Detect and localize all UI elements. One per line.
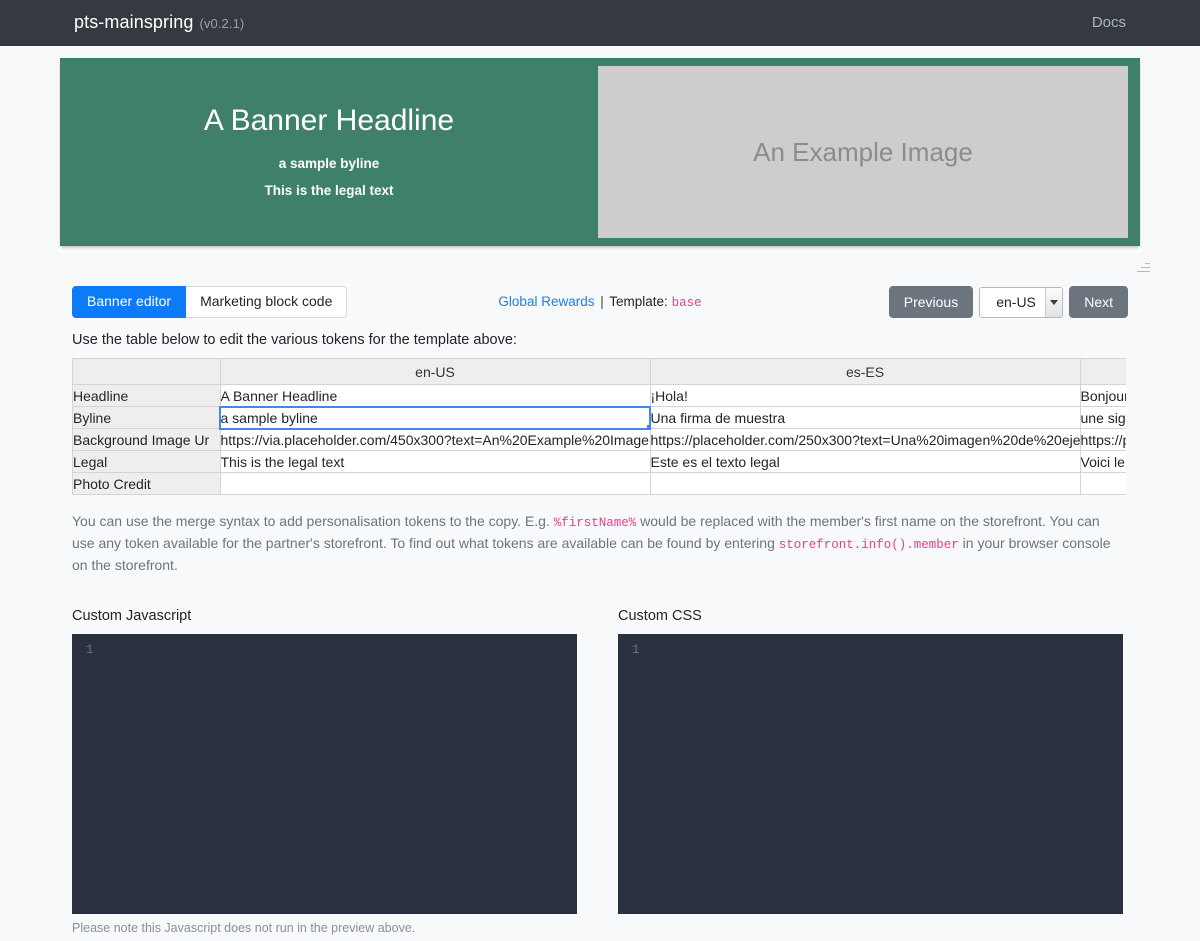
custom-css-editor[interactable]: 1 — [618, 634, 1123, 914]
banner-byline: a sample byline — [279, 156, 380, 171]
table-corner-cell — [73, 359, 220, 385]
preview-shadow — [62, 246, 1138, 252]
cell-legal-es-ES[interactable]: Este es el texto legal — [650, 451, 1080, 473]
partner-link[interactable]: Global Rewards — [498, 294, 594, 309]
line-number: 1 — [86, 643, 94, 657]
next-button[interactable]: Next — [1069, 286, 1128, 318]
cell-bgimage-en-US[interactable]: https://via.placeholder.com/450x300?text… — [220, 429, 650, 451]
merge-token-example: %firstName% — [554, 516, 637, 530]
banner-headline: A Banner Headline — [204, 104, 454, 139]
token-table: en-US es-ES fr-FR Headline A Banner Head… — [73, 358, 1126, 495]
banner-text-column: A Banner Headline a sample byline This i… — [60, 58, 598, 246]
merge-note-part1: You can use the merge syntax to add pers… — [72, 513, 554, 529]
custom-javascript-label: Custom Javascript — [72, 608, 577, 624]
info-separator: | — [600, 294, 604, 309]
cell-byline-fr-FR[interactable]: une signature d'exemple — [1080, 407, 1126, 429]
row-label-photo-credit: Photo Credit — [73, 473, 220, 495]
row-label-byline: Byline — [73, 407, 220, 429]
app-brand[interactable]: pts-mainspring (v0.2.1) — [74, 12, 244, 33]
row-label-headline: Headline — [73, 385, 220, 407]
table-row: Headline A Banner Headline ¡Hola! Bonjou… — [73, 385, 1126, 407]
previous-button[interactable]: Previous — [889, 286, 973, 318]
brand-version: (v0.2.1) — [199, 16, 244, 31]
editor-toolbar: Banner editor Marketing block code Globa… — [72, 286, 1128, 318]
row-label-background-image-url: Background Image Ur — [73, 429, 220, 451]
custom-javascript-section: Custom Javascript 1 Please note this Jav… — [72, 608, 577, 935]
locale-select[interactable]: en-US — [979, 287, 1063, 318]
banner-image-column: An Example Image — [598, 58, 1140, 246]
line-number: 1 — [632, 643, 640, 657]
column-header-en-US[interactable]: en-US — [220, 359, 650, 385]
row-label-legal: Legal — [73, 451, 220, 473]
storefront-info-code: storefront.info().member — [779, 538, 959, 552]
locale-navigation: Previous en-US Next — [889, 286, 1128, 318]
cell-bgimage-fr-FR[interactable]: https://placeholder.com/250x300?text=Une… — [1080, 429, 1126, 451]
banner-legal: This is the legal text — [264, 183, 393, 198]
cell-byline-en-US-text: a sample byline — [221, 410, 318, 426]
template-label: Template: — [609, 294, 668, 309]
javascript-preview-note: Please note this Javascript does not run… — [72, 921, 577, 935]
fill-handle[interactable] — [647, 425, 651, 429]
top-navbar: pts-mainspring (v0.2.1) Docs — [0, 0, 1200, 46]
code-editors-row: Custom Javascript 1 Please note this Jav… — [72, 608, 1128, 935]
custom-css-section: Custom CSS 1 — [618, 608, 1123, 935]
custom-css-label: Custom CSS — [618, 608, 1123, 624]
table-row: Photo Credit — [73, 473, 1126, 495]
cell-photocredit-en-US[interactable] — [220, 473, 650, 495]
brand-name: pts-mainspring — [74, 12, 193, 32]
cell-byline-es-ES[interactable]: Una firma de muestra — [650, 407, 1080, 429]
cell-photocredit-fr-FR[interactable] — [1080, 473, 1126, 495]
table-row: Byline a sample byline Una firma de mues… — [73, 407, 1126, 429]
cell-headline-en-US[interactable]: A Banner Headline — [220, 385, 650, 407]
resize-handle-icon[interactable] — [1134, 258, 1150, 274]
tab-marketing-block-code[interactable]: Marketing block code — [186, 286, 347, 318]
custom-javascript-editor[interactable]: 1 — [72, 634, 577, 914]
partner-template-info: Global Rewards | Template: base — [498, 294, 701, 310]
banner-preview: A Banner Headline a sample byline This i… — [60, 58, 1140, 246]
token-table-scroll[interactable]: en-US es-ES fr-FR Headline A Banner Head… — [72, 358, 1126, 495]
column-header-es-ES[interactable]: es-ES — [650, 359, 1080, 385]
docs-link[interactable]: Docs — [1092, 14, 1126, 31]
cell-headline-es-ES[interactable]: ¡Hola! — [650, 385, 1080, 407]
cell-headline-fr-FR[interactable]: Bonjour! — [1080, 385, 1126, 407]
column-header-fr-FR[interactable]: fr-FR — [1080, 359, 1126, 385]
token-table-header-row: en-US es-ES fr-FR — [73, 359, 1126, 385]
cell-photocredit-es-ES[interactable] — [650, 473, 1080, 495]
tab-banner-editor[interactable]: Banner editor — [72, 286, 186, 318]
banner-preview-frame: A Banner Headline a sample byline This i… — [60, 58, 1140, 252]
table-row: Background Image Ur https://via.placehol… — [73, 429, 1126, 451]
table-row: Legal This is the legal text Este es el … — [73, 451, 1126, 473]
editor-tabs: Banner editor Marketing block code — [72, 286, 347, 318]
cell-legal-fr-FR[interactable]: Voici le texte legal — [1080, 451, 1126, 473]
cell-legal-en-US[interactable]: This is the legal text — [220, 451, 650, 473]
template-name: base — [672, 296, 702, 310]
locale-select-wrapper: en-US — [979, 287, 1063, 318]
cell-bgimage-es-ES[interactable]: https://placeholder.com/250x300?text=Una… — [650, 429, 1080, 451]
cell-byline-en-US[interactable]: a sample byline — [220, 407, 650, 429]
editor-panel: Banner editor Marketing block code Globa… — [72, 286, 1128, 935]
banner-image-placeholder: An Example Image — [598, 66, 1128, 238]
merge-syntax-note: You can use the merge syntax to add pers… — [72, 511, 1126, 576]
helper-text: Use the table below to edit the various … — [72, 332, 1128, 348]
